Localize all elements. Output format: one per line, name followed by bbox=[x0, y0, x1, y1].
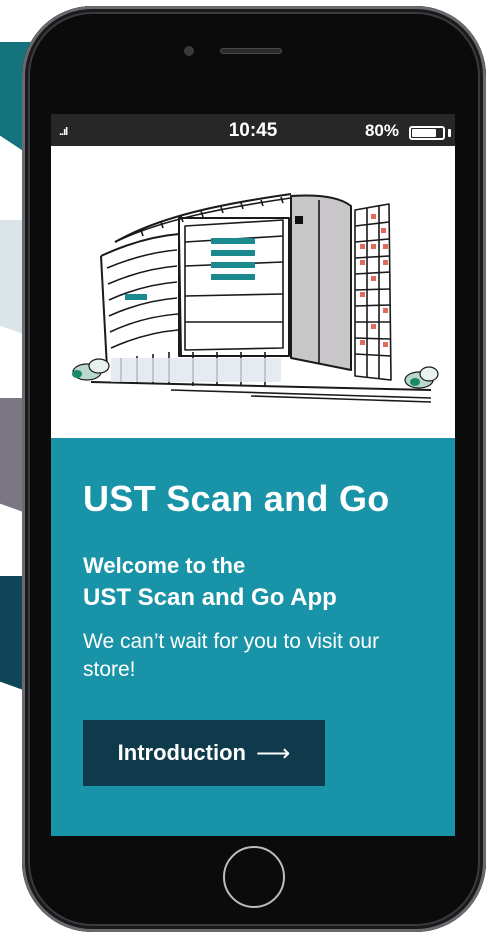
arrow-right-icon: ⟶ bbox=[255, 739, 291, 767]
store-building-icon bbox=[72, 193, 439, 403]
welcome-hero: UST Scan and Go Welcome to the UST Scan … bbox=[51, 438, 455, 836]
phone-frame: ..ıl 10:45 80% UST Scan and Go Welcome t… bbox=[22, 6, 486, 932]
welcome-heading: Welcome to the UST Scan and Go App bbox=[83, 550, 443, 614]
home-button[interactable] bbox=[223, 846, 285, 908]
tagline: We can’t wait for you to visit our store… bbox=[83, 630, 380, 681]
battery-fill bbox=[412, 129, 436, 137]
earpiece-speaker bbox=[220, 48, 282, 54]
introduction-button[interactable]: Introduction ⟶ bbox=[83, 720, 325, 786]
battery-icon bbox=[409, 126, 445, 140]
phone-screen: ..ıl 10:45 80% UST Scan and Go Welcome t… bbox=[51, 114, 455, 836]
battery-nub bbox=[448, 129, 451, 137]
introduction-button-label: Introduction bbox=[117, 740, 246, 765]
welcome-line-1: Welcome to the bbox=[83, 553, 246, 578]
welcome-line-2: UST Scan and Go App bbox=[83, 584, 337, 611]
app-title: UST Scan and Go bbox=[83, 478, 390, 519]
battery-percent: 80% bbox=[364, 121, 399, 140]
status-bar: ..ıl 10:45 80% bbox=[51, 114, 455, 146]
front-camera bbox=[184, 46, 194, 56]
store-building-illustration bbox=[51, 146, 455, 438]
